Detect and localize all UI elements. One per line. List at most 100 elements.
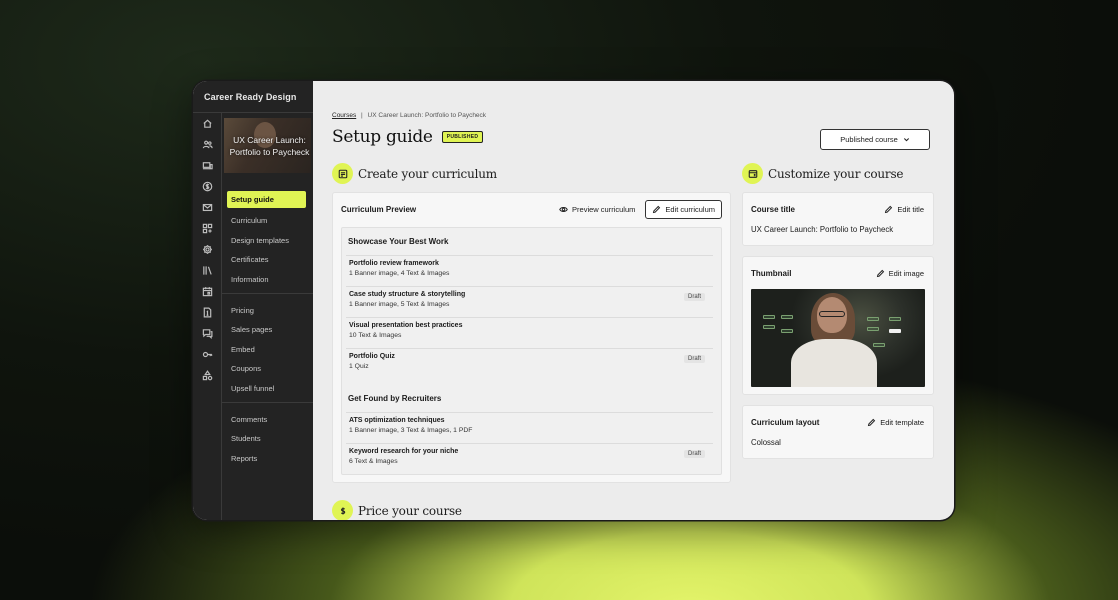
mail-icon[interactable] bbox=[193, 197, 221, 218]
preview-curriculum-label: Preview curriculum bbox=[572, 204, 636, 214]
breadcrumb-courses-link[interactable]: Courses bbox=[332, 112, 356, 119]
nav-divider bbox=[222, 402, 313, 404]
floating-ui-tile bbox=[867, 317, 879, 321]
floating-ui-tile bbox=[763, 325, 775, 329]
lesson-row[interactable]: Keyword research for your niche 6 Text &… bbox=[346, 443, 713, 474]
lesson-summary: 1 Banner image, 4 Text & Images bbox=[349, 270, 450, 277]
nav-group-sales: Pricing Sales pages Embed Coupons Upsell… bbox=[222, 300, 313, 398]
edit-template-button[interactable]: Edit template bbox=[867, 418, 924, 427]
floating-ui-tile bbox=[873, 343, 885, 347]
apps-icon[interactable] bbox=[193, 218, 221, 239]
lesson-summary: 10 Text & Images bbox=[349, 332, 402, 339]
nav-item-sales-pages[interactable]: Sales pages bbox=[227, 320, 313, 340]
curriculum-section-header: Create your curriculum bbox=[332, 163, 497, 184]
price-section-title: Price your course bbox=[358, 503, 462, 518]
dollar-icon[interactable] bbox=[193, 176, 221, 197]
devices-icon[interactable] bbox=[193, 155, 221, 176]
key-icon[interactable] bbox=[193, 344, 221, 365]
users-icon[interactable] bbox=[193, 134, 221, 155]
nav-item-design-templates[interactable]: Design templates bbox=[227, 231, 313, 251]
nav-item-certificates[interactable]: Certificates bbox=[227, 250, 313, 270]
course-thumbnail[interactable]: UX Career Launch: Portfolio to Paycheck bbox=[224, 118, 311, 173]
sidebar: Career Ready Design UX Career Launch: Po… bbox=[193, 81, 313, 520]
document-icon[interactable] bbox=[193, 302, 221, 323]
breadcrumb-current: UX Career Launch: Portfolio to Paycheck bbox=[367, 112, 487, 119]
home-icon[interactable] bbox=[193, 113, 221, 134]
published-course-label: Published course bbox=[840, 135, 898, 144]
lesson-row[interactable]: Visual presentation best practices 10 Te… bbox=[346, 317, 713, 348]
lesson-summary: 1 Quiz bbox=[349, 363, 369, 370]
nav-item-embed[interactable]: Embed bbox=[227, 340, 313, 360]
edit-title-label: Edit title bbox=[897, 204, 924, 214]
curriculum-card-actions: Preview curriculum Edit curriculum bbox=[559, 199, 722, 219]
curriculum-layout-value: Colossal bbox=[751, 438, 781, 447]
module-title[interactable]: Get Found by Recruiters bbox=[342, 385, 721, 412]
nav-item-pricing[interactable]: Pricing bbox=[227, 300, 313, 320]
preview-curriculum-button[interactable]: Preview curriculum bbox=[559, 205, 635, 214]
calendar-icon[interactable] bbox=[193, 281, 221, 302]
lesson-summary: 1 Banner image, 5 Text & Images bbox=[349, 301, 450, 308]
thumbnail-image[interactable] bbox=[751, 289, 925, 387]
module-title[interactable]: Showcase Your Best Work bbox=[342, 228, 721, 255]
sidebar-nav: UX Career Launch: Portfolio to Paycheck … bbox=[222, 113, 313, 520]
edit-curriculum-label: Edit curriculum bbox=[665, 204, 715, 214]
shapes-icon[interactable] bbox=[193, 365, 221, 386]
price-section-icon bbox=[332, 500, 353, 520]
nav-item-reports[interactable]: Reports bbox=[227, 449, 313, 469]
curriculum-section-icon bbox=[332, 163, 353, 184]
curriculum-layout-header: Curriculum layout Edit template bbox=[743, 406, 933, 438]
course-title-header: Course title Edit title bbox=[743, 193, 933, 225]
lesson-name: Visual presentation best practices bbox=[349, 322, 463, 329]
nav-item-upsell-funnel[interactable]: Upsell funnel bbox=[227, 379, 313, 399]
edit-image-button[interactable]: Edit image bbox=[876, 269, 924, 278]
portrait-body bbox=[791, 339, 877, 387]
lesson-row[interactable]: Portfolio review framework 1 Banner imag… bbox=[346, 255, 713, 286]
floating-ui-tile bbox=[781, 329, 793, 333]
lesson-row[interactable]: Portfolio Quiz 1 Quiz Draft bbox=[346, 348, 713, 379]
library-icon[interactable] bbox=[193, 260, 221, 281]
floating-ui-tile bbox=[889, 317, 901, 321]
curriculum-card-title: Curriculum Preview bbox=[341, 204, 417, 214]
price-section-header: Price your course bbox=[332, 500, 462, 520]
curriculum-layout-label: Curriculum layout bbox=[751, 417, 820, 427]
nav-item-students[interactable]: Students bbox=[227, 429, 313, 449]
lesson-name: ATS optimization techniques bbox=[349, 417, 445, 424]
edit-template-label: Edit template bbox=[880, 417, 924, 427]
pencil-icon bbox=[653, 205, 661, 213]
lesson-name: Keyword research for your niche bbox=[349, 448, 459, 455]
customize-section-icon bbox=[742, 163, 763, 184]
floating-ui-tile bbox=[763, 315, 775, 319]
lesson-name: Portfolio review framework bbox=[349, 260, 439, 267]
draft-badge: Draft bbox=[683, 450, 705, 458]
chat-icon[interactable] bbox=[193, 323, 221, 344]
app-window: Career Ready Design UX Career Launch: Po… bbox=[193, 81, 954, 520]
brand-name[interactable]: Career Ready Design bbox=[193, 81, 313, 113]
curriculum-card-header: Curriculum Preview Preview curriculum Ed… bbox=[333, 193, 730, 225]
nav-item-information[interactable]: Information bbox=[227, 270, 313, 290]
course-thumb-title: UX Career Launch: Portfolio to Paycheck bbox=[229, 135, 310, 157]
main-content: Courses | UX Career Launch: Portfolio to… bbox=[313, 81, 954, 520]
nav-item-setup-guide[interactable]: Setup guide bbox=[227, 191, 306, 208]
lesson-row[interactable]: Case study structure & storytelling 1 Ba… bbox=[346, 286, 713, 317]
published-course-dropdown[interactable]: Published course bbox=[820, 129, 930, 150]
edit-curriculum-button[interactable]: Edit curriculum bbox=[645, 199, 722, 219]
lesson-summary: 6 Text & Images bbox=[349, 458, 398, 465]
lesson-row[interactable]: ATS optimization techniques 1 Banner ima… bbox=[346, 412, 713, 443]
curriculum-preview-card: Curriculum Preview Preview curriculum Ed… bbox=[332, 192, 731, 483]
course-title-card: Course title Edit title UX Career Launch… bbox=[742, 192, 934, 246]
edit-title-button[interactable]: Edit title bbox=[884, 205, 924, 214]
nav-item-curriculum[interactable]: Curriculum bbox=[227, 211, 313, 231]
page-title: Setup guide bbox=[332, 127, 433, 147]
nav-item-coupons[interactable]: Coupons bbox=[227, 359, 313, 379]
draft-badge: Draft bbox=[683, 293, 705, 301]
gear-icon[interactable] bbox=[193, 239, 221, 260]
nav-divider bbox=[222, 293, 313, 295]
title-row: Setup guide PUBLISHED bbox=[332, 127, 484, 147]
eye-icon bbox=[559, 206, 568, 212]
course-title-value: UX Career Launch: Portfolio to Paycheck bbox=[751, 225, 894, 234]
thumbnail-header: Thumbnail Edit image bbox=[743, 257, 933, 289]
nav-item-comments[interactable]: Comments bbox=[227, 409, 313, 429]
nav-group-engagement: Comments Students Reports bbox=[222, 409, 313, 468]
floating-ui-tile bbox=[867, 327, 879, 331]
thumbnail-card: Thumbnail Edit image bbox=[742, 256, 934, 395]
